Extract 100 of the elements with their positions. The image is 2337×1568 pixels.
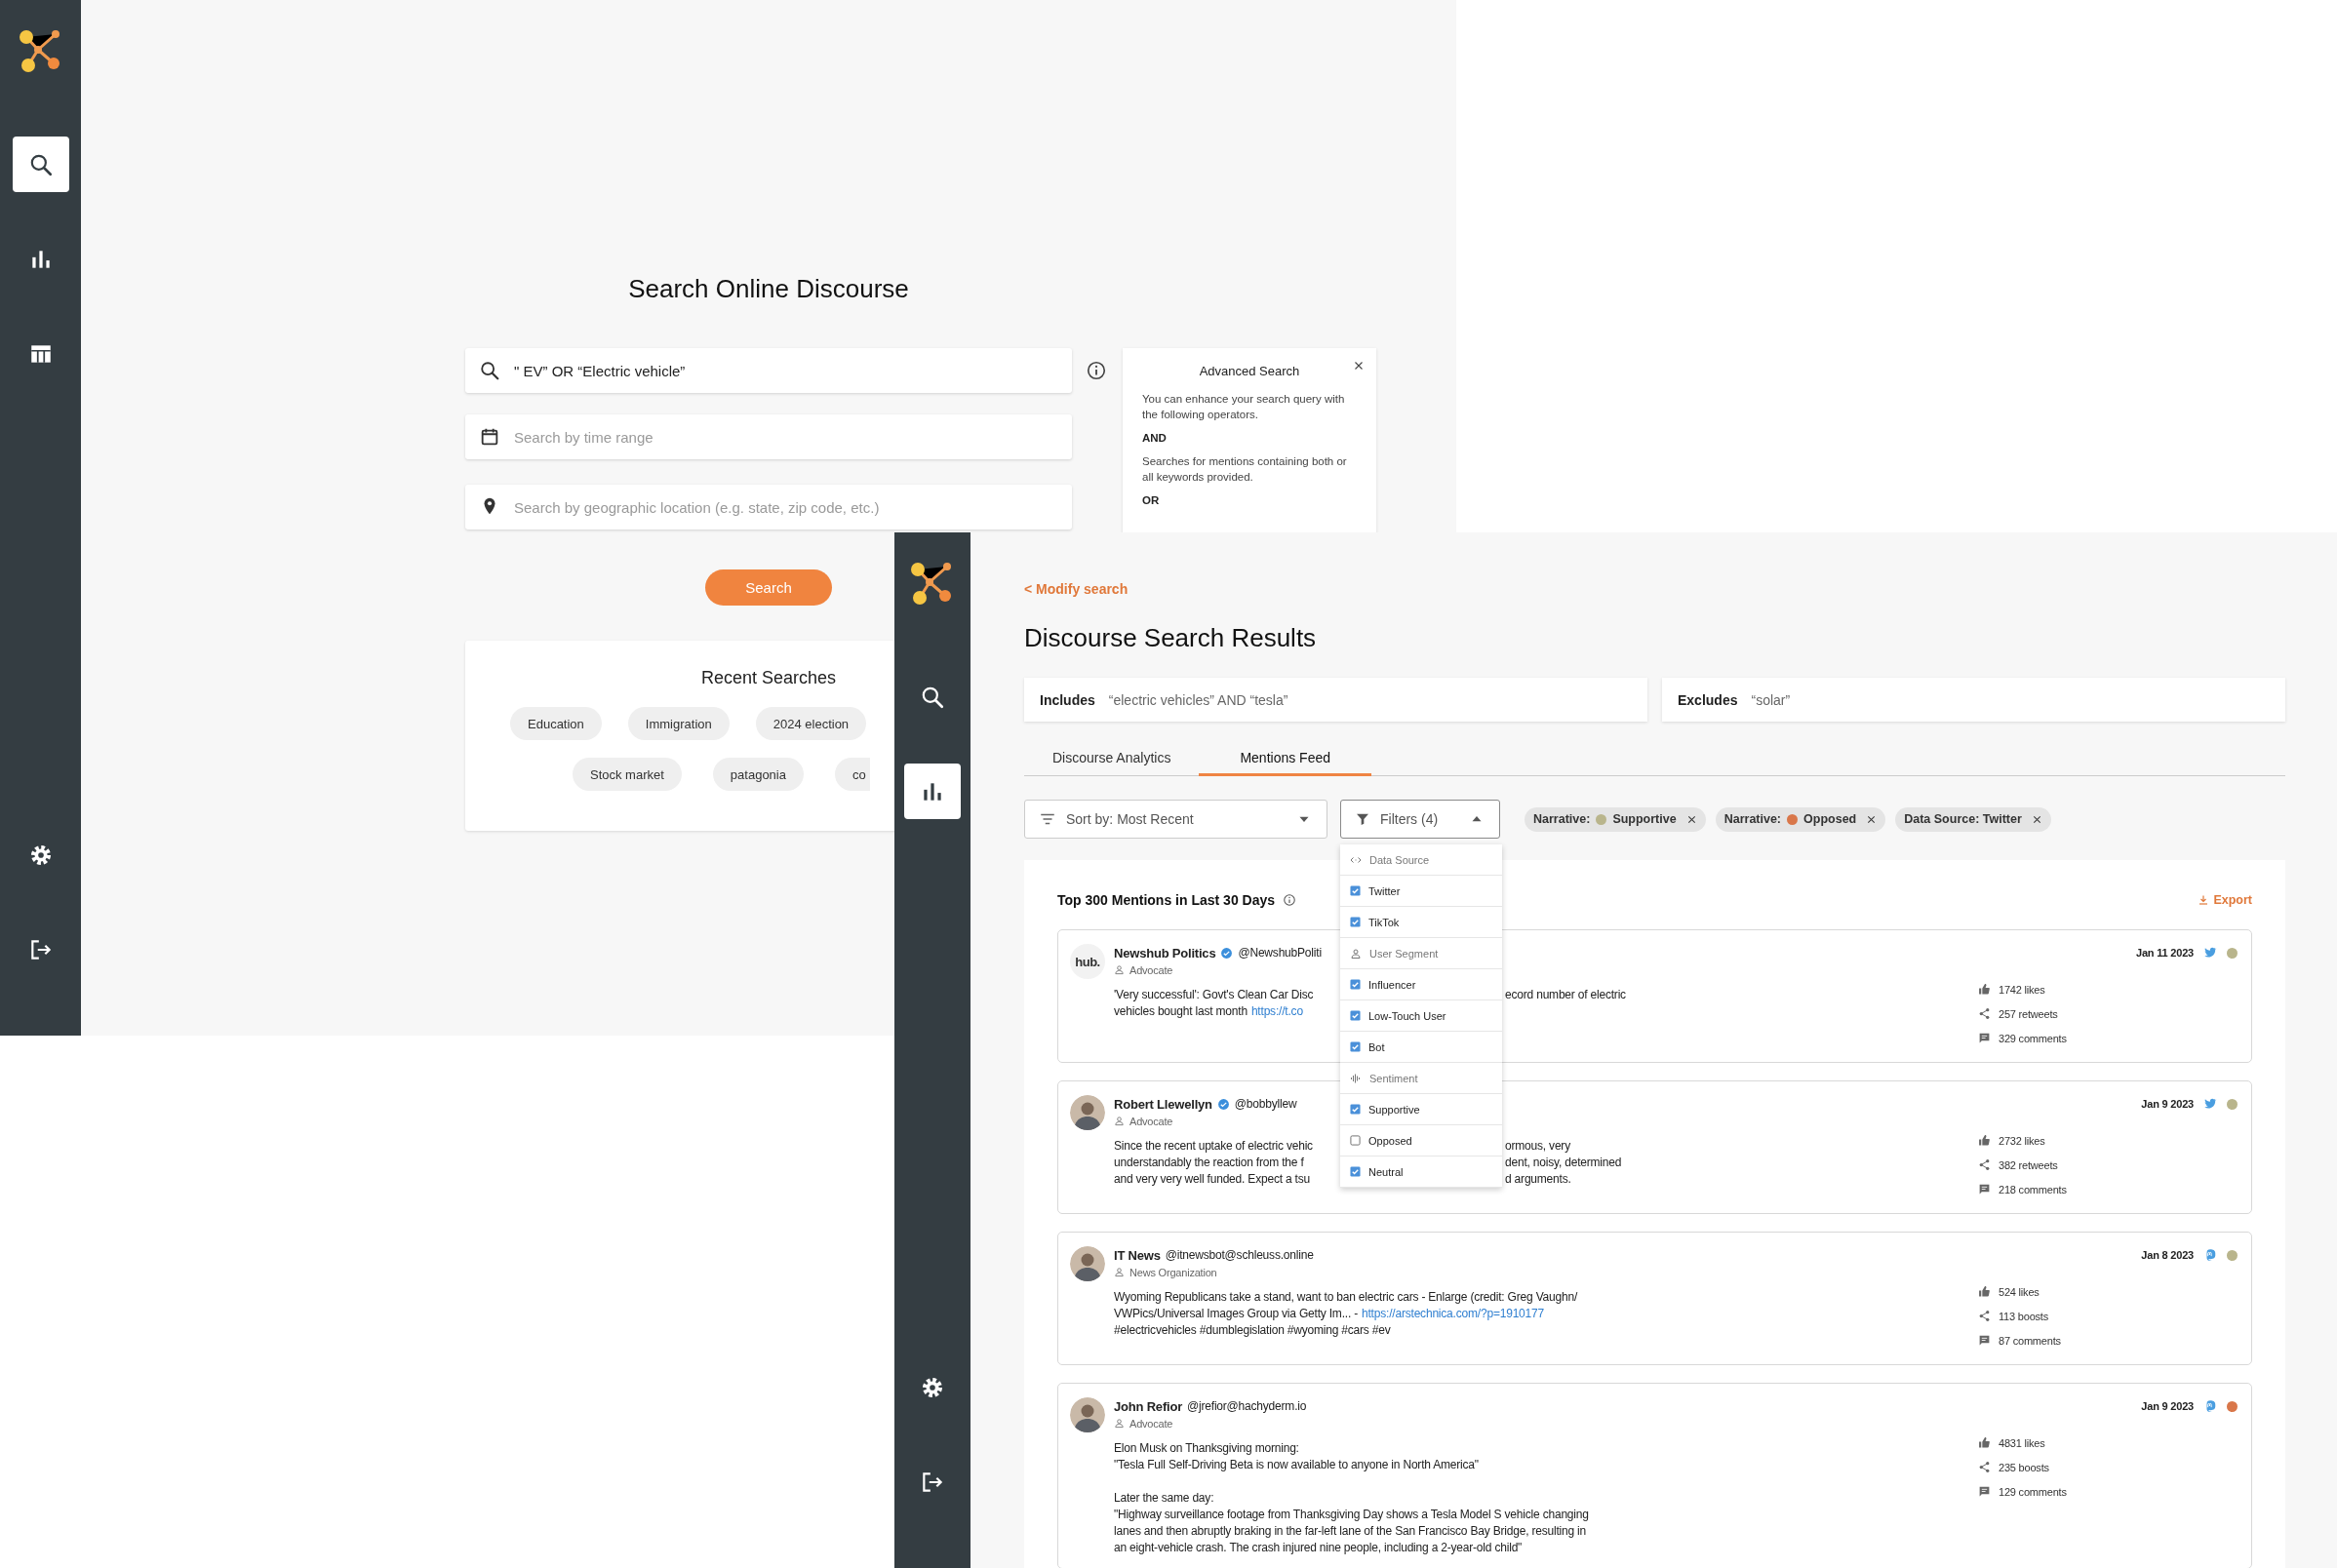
checkbox[interactable] <box>1350 1166 1361 1177</box>
operator-name: OR <box>1142 493 1161 508</box>
operator-name: AND <box>1142 431 1168 446</box>
post-stat: 257 retweets <box>1999 1007 2058 1020</box>
author-role: Advocate <box>1129 1417 1173 1430</box>
checkbox[interactable] <box>1350 979 1361 990</box>
share-icon <box>1978 1158 1991 1171</box>
author-handle: @jrefior@hachyderm.io <box>1187 1399 1307 1413</box>
comment-icon <box>1978 1032 1991 1044</box>
person-icon <box>1114 1418 1125 1429</box>
search-nav-button[interactable] <box>12 137 69 192</box>
summary-label: Excludes <box>1678 691 1738 708</box>
post-stat: 382 retweets <box>1999 1158 2058 1171</box>
author-name: IT News <box>1114 1247 1161 1263</box>
chip-label: Narrative: <box>1723 812 1782 826</box>
calendar-icon <box>479 426 500 448</box>
person-icon <box>1350 947 1362 960</box>
checkbox[interactable] <box>1350 1010 1361 1021</box>
avatar <box>1070 1397 1105 1432</box>
sound-wave-icon <box>1350 1072 1362 1084</box>
recent-search-chip[interactable]: 2024 election <box>755 707 867 740</box>
panel-text: You can enhance your search query with the following operators. <box>1142 392 1346 422</box>
chip-label: Narrative: <box>1533 812 1591 826</box>
tab[interactable]: Discourse Analytics <box>1024 741 1200 776</box>
thumbs-up-icon <box>1978 1134 1991 1147</box>
bird-icon <box>2203 1097 2217 1111</box>
chip-value: Supportive <box>1612 812 1677 826</box>
share-icon <box>1978 1310 1991 1322</box>
author-handle: @itnewsbot@schleuss.online <box>1165 1248 1314 1262</box>
post-text: dent, noisy, determined <box>1505 1155 1623 1171</box>
chip-label: Data Source: Twitter <box>1904 812 2022 826</box>
person-icon <box>1114 964 1125 975</box>
person-icon <box>1114 1116 1125 1126</box>
summary-value: “electric vehicles” AND “tesla” <box>1108 691 1288 708</box>
post-text: ecord number of electric <box>1505 987 1627 1003</box>
checkbox[interactable] <box>1350 1041 1361 1052</box>
author-role: Advocate <box>1129 1115 1173 1127</box>
feed-title: Top 300 Mentions in Last 30 Days <box>1057 892 1276 908</box>
avatar: hub. <box>1070 944 1105 979</box>
author-handle: @NewshubPoliti <box>1238 946 1322 960</box>
thumbs-up-icon <box>1978 1285 1991 1298</box>
post-link[interactable]: https://arstechnica.com/?p=1910177 <box>1362 1307 1544 1320</box>
operator-description: Searches for mentions containing both or all keywords provided. <box>1142 454 1348 485</box>
post-stat: 524 likes <box>1999 1285 2040 1298</box>
post-text: d arguments. <box>1505 1171 1572 1188</box>
download-icon <box>2198 894 2210 906</box>
recent-search-chip[interactable]: patagonia <box>712 758 804 791</box>
menu-section-title: User Segment <box>1369 947 1439 960</box>
post-stat: 113 boosts <box>1999 1310 2048 1322</box>
info-icon[interactable] <box>1086 360 1107 381</box>
post-stat: 329 comments <box>1999 1032 2067 1044</box>
post-text: Elon Musk on Thanksgiving morning: "Tesla Full Self-Driving Beta is now available to anyone in North America" <box>1114 1440 1480 1473</box>
filters-dropdown[interactable]: Filters (4) <box>1340 800 1500 839</box>
search-field[interactable]: " EV” OR “Electric vehicle” <box>465 348 1072 393</box>
post-text: and very very well funded. Expect a tsu <box>1114 1171 1311 1188</box>
post-text: Later the same day: "Highway surveillance footage from Thanksgiving Day shows a Tesla Model S vehicle changing lanes and then abruptly braking in the far-left lane of the San Francisco Bay Bridge, resulting in an eight-vehicle crash. The crash injured nine people, including a 2-year-old child" <box>1114 1490 1590 1556</box>
recent-search-chip[interactable]: Immigration <box>627 707 730 740</box>
summary-value: “solar” <box>1751 691 1791 708</box>
location-field[interactable]: Search by geographic location (e.g. state, zip code, etc.) <box>465 485 1072 529</box>
post-stat: 235 boosts <box>1999 1461 2049 1473</box>
checkbox[interactable] <box>1350 917 1361 927</box>
person-icon <box>1114 1267 1125 1277</box>
checkbox[interactable] <box>1350 1104 1361 1115</box>
post-text: Since the recent uptake of electric vehic <box>1114 1138 1314 1155</box>
author-name: John Refior <box>1114 1398 1183 1414</box>
post-text: ormous, very <box>1505 1138 1571 1155</box>
post-link[interactable]: https://t.co <box>1250 1004 1303 1018</box>
author-role: News Organization <box>1129 1266 1217 1278</box>
chip-value: Opposed <box>1803 812 1857 826</box>
post-stat: 1742 likes <box>1999 983 2045 996</box>
share-icon <box>1978 1007 1991 1020</box>
post-stat: 87 comments <box>1999 1334 2061 1347</box>
close-icon <box>2031 813 2042 825</box>
author-handle: @bobbyllew <box>1234 1097 1297 1111</box>
checkbox[interactable] <box>1350 885 1361 896</box>
menu-section-title: Sentiment <box>1369 1072 1418 1084</box>
info-icon[interactable] <box>1283 893 1297 907</box>
post-stat: 218 comments <box>1999 1183 2067 1196</box>
close-icon <box>1866 813 1878 825</box>
post-stat: 129 comments <box>1999 1485 2067 1498</box>
author-role: Advocate <box>1129 963 1173 976</box>
page-title: Search Online Discourse <box>627 273 910 305</box>
post-text: 'Very successful': Govt's Clean Car Disc <box>1114 987 1315 1003</box>
recent-search-chip[interactable]: Education <box>510 707 602 740</box>
post-stat: 2732 likes <box>1999 1134 2045 1147</box>
recent-search-chip[interactable]: Stock market <box>573 758 682 791</box>
comment-icon <box>1978 1183 1991 1196</box>
checkbox[interactable] <box>1350 1135 1361 1146</box>
card-title: Recent Searches <box>699 667 838 688</box>
post-text: vehicles bought last month https://t.co <box>1114 1003 1304 1020</box>
recent-search-chip[interactable]: co <box>835 758 870 791</box>
avatar <box>1070 1095 1105 1130</box>
post-date: Jan 11 2023 <box>2136 947 2194 959</box>
bar-chart-nav-button[interactable] <box>904 764 961 819</box>
summary-label: Includes <box>1040 691 1095 708</box>
sort-dropdown[interactable]: Sort by: Most Recent <box>1024 800 1327 839</box>
time-range-field[interactable]: Search by time range <box>465 414 1072 459</box>
search-icon <box>479 360 500 381</box>
close-icon <box>1685 813 1697 825</box>
tab[interactable]: Mentions Feed <box>1199 741 1371 776</box>
